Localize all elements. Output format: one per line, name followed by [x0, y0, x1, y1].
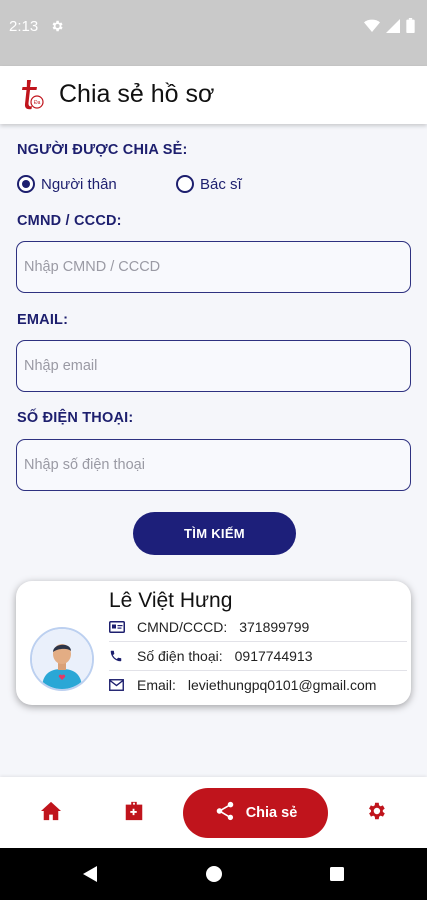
profile-card[interactable]: Lê Việt Hưng CMND/CCCD: 371899799 Số điệ… — [16, 581, 411, 705]
page-title: Chia sẻ hồ sơ — [59, 80, 215, 108]
bottom-nav: Chia sẻ — [0, 777, 427, 848]
nav-medical-record[interactable] — [116, 797, 152, 829]
back-icon[interactable] — [82, 865, 98, 888]
phone-row: Số điện thoại: 0917744913 — [109, 642, 407, 670]
home-circle-icon[interactable] — [205, 865, 223, 888]
id-row-label: CMND/CCCD: — [137, 619, 228, 635]
status-settings-icon — [50, 19, 64, 38]
svg-text:Đa: Đa — [34, 100, 41, 106]
radio-doctor-indicator[interactable] — [176, 175, 194, 193]
settings-icon[interactable] — [365, 800, 387, 827]
radio-relative[interactable]: Người thân — [17, 175, 117, 193]
wifi-icon — [364, 19, 380, 38]
email-label: EMAIL: — [17, 312, 69, 328]
radio-relative-indicator[interactable] — [17, 175, 35, 193]
nav-share-label: Chia sẻ — [245, 805, 298, 821]
profile-name: Lê Việt Hưng — [109, 589, 233, 612]
email-input[interactable] — [16, 340, 411, 392]
system-nav-bar — [0, 848, 427, 900]
id-row-value: 371899799 — [239, 619, 310, 635]
id-row: CMND/CCCD: 371899799 — [109, 613, 407, 641]
email-row: Email: leviethungpq0101@gmail.com — [109, 671, 407, 699]
radio-doctor[interactable]: Bác sĩ — [176, 175, 242, 193]
radio-doctor-label: Bác sĩ — [200, 175, 242, 193]
nav-home[interactable] — [33, 797, 69, 829]
medical-record-icon[interactable] — [123, 800, 145, 827]
signal-icon — [386, 18, 400, 38]
radio-relative-label: Người thân — [41, 175, 117, 193]
app-header: Đa Chia sẻ hồ sơ — [0, 66, 427, 124]
share-icon — [214, 800, 236, 826]
email-row-value: leviethungpq0101@gmail.com — [187, 677, 377, 693]
id-label: CMND / CCCD: — [17, 213, 122, 229]
phone-row-label: Số điện thoại: — [137, 648, 223, 664]
id-card-icon — [109, 621, 131, 633]
mail-icon — [109, 679, 131, 691]
phone-input[interactable] — [16, 439, 411, 491]
avatar — [30, 627, 94, 691]
nav-settings[interactable] — [358, 797, 394, 829]
nav-share-button[interactable]: Chia sẻ — [183, 788, 328, 838]
home-icon[interactable] — [40, 801, 62, 826]
share-with-label: NGƯỜI ĐƯỢC CHIA SẺ: — [17, 142, 188, 158]
phone-row-value: 0917744913 — [234, 648, 313, 664]
battery-icon — [406, 18, 415, 38]
status-bar: 2:13 — [0, 0, 427, 66]
phone-label: SỐ ĐIỆN THOẠI: — [17, 410, 134, 426]
status-indicators — [364, 18, 415, 38]
search-button[interactable]: TÌM KIẾM — [133, 512, 296, 555]
id-input[interactable] — [16, 241, 411, 293]
status-time: 2:13 — [9, 18, 39, 35]
email-row-label: Email: — [137, 677, 176, 693]
phone-icon — [109, 649, 131, 663]
hospital-logo-icon: Đa — [18, 78, 46, 117]
recents-icon[interactable] — [329, 866, 345, 887]
